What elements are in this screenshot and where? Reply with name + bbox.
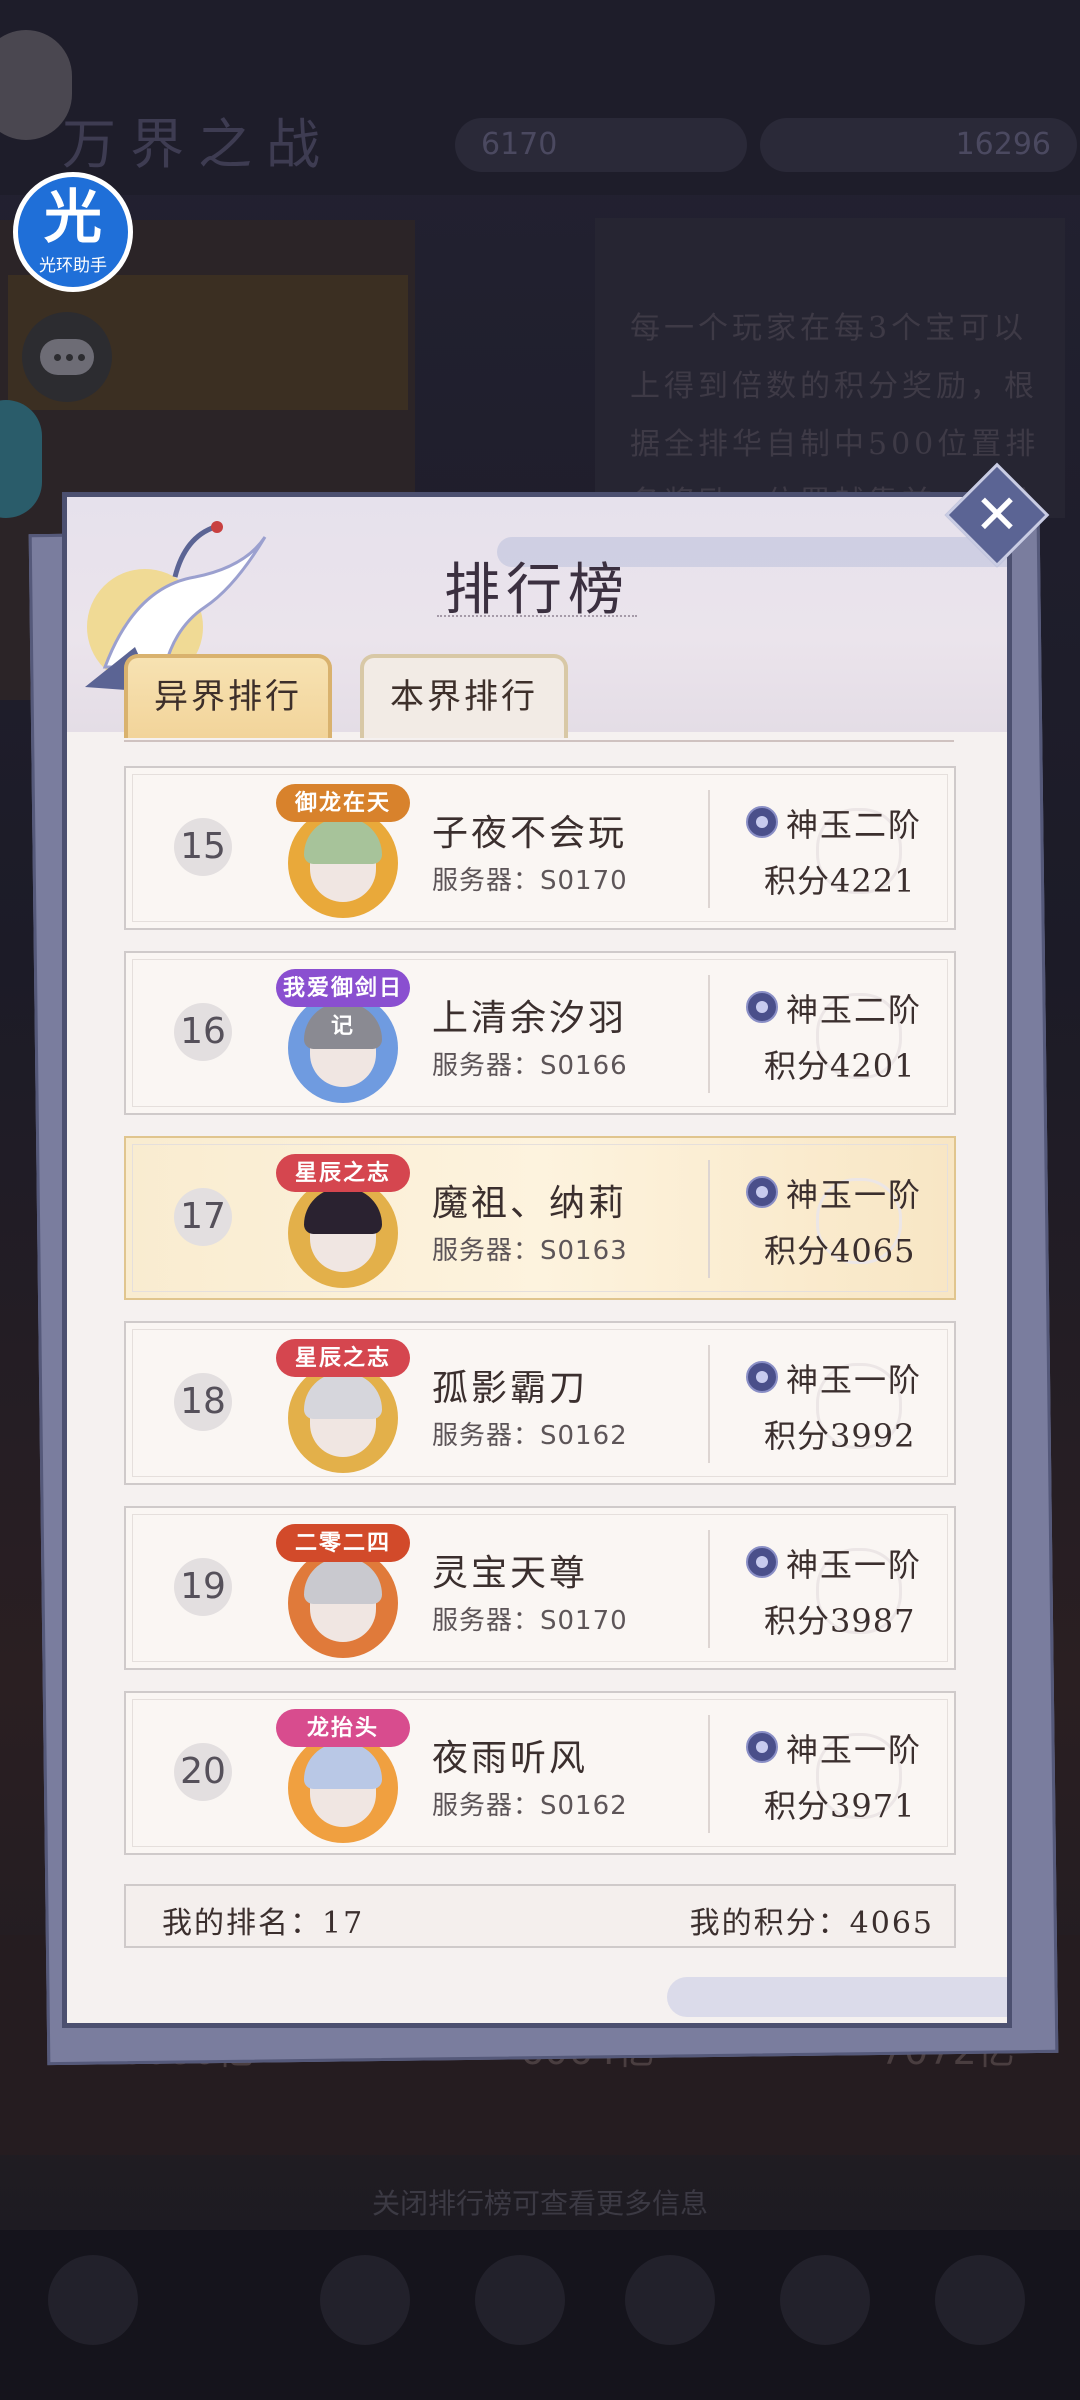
title-badge: 星辰之志 <box>276 1339 410 1377</box>
assistant-logo-icon: 光 <box>43 183 102 251</box>
player-name: 灵宝天尊 <box>432 1553 589 1594</box>
leaderboard-row[interactable]: 17 星辰之志 魔祖、纳莉服务器：S0163 神玉一阶积分4065 <box>124 1136 956 1300</box>
assistant-label: 光环助手 <box>39 256 107 276</box>
row-divider <box>708 1160 710 1278</box>
title-ornament <box>437 615 637 625</box>
jade-tier-icon <box>746 1361 778 1393</box>
row-divider <box>708 1715 710 1833</box>
player-avatar[interactable]: 龙抬头 <box>274 1703 412 1843</box>
nav-icon-4[interactable] <box>780 2255 870 2345</box>
leaderboard-row[interactable]: 16 我爱御剑日记 上清余汐羽服务器：S0166 神玉二阶积分4201 <box>124 951 956 1115</box>
tab-this-realm[interactable]: 本界排行 <box>360 654 568 738</box>
resource-counter-2: 16296 <box>760 118 1077 172</box>
rank-number: 20 <box>174 1743 232 1801</box>
player-avatar[interactable]: 星辰之志 <box>274 1333 412 1473</box>
row-divider <box>708 790 710 908</box>
row-divider <box>708 1530 710 1648</box>
background-hint: 关闭排行榜可查看更多信息 <box>371 2187 708 2220</box>
jade-tier-icon <box>746 1731 778 1763</box>
row-divider <box>708 1345 710 1463</box>
modal-title: 排行榜 <box>444 558 630 623</box>
player-name: 孤影霸刀 <box>432 1368 589 1409</box>
player-name: 子夜不会玩 <box>432 813 628 854</box>
jade-tier-icon <box>746 1176 778 1208</box>
close-icon: ✕ <box>974 483 1020 546</box>
tab-other-realm[interactable]: 异界排行 <box>124 654 332 738</box>
title-badge: 我爱御剑日记 <box>276 969 410 1039</box>
resource-counter-1: 6170 <box>455 118 747 172</box>
player-server: 服务器：S0170 <box>432 866 628 896</box>
leaderboard-modal: 排行榜 异界排行 本界排行 15 御龙在天 子夜不会玩 服务器：S0170 神玉二阶 积分… <box>62 492 1012 2028</box>
title-badge: 御龙在天 <box>276 784 410 822</box>
player-name: 夜雨听风 <box>432 1738 589 1779</box>
jade-tier-icon <box>746 1546 778 1578</box>
tab-divider <box>124 740 954 742</box>
player-server: 服务器：S0170 <box>432 1606 628 1636</box>
player-avatar[interactable]: 御龙在天 <box>274 778 412 918</box>
player-server: 服务器：S0166 <box>432 1051 628 1081</box>
chat-button[interactable] <box>22 312 112 402</box>
player-server: 服务器：S0163 <box>432 1236 628 1266</box>
title-badge: 二零二四 <box>276 1524 410 1562</box>
player-avatar[interactable]: 二零二四 <box>274 1518 412 1658</box>
rank-number: 16 <box>174 1003 232 1061</box>
event-title: 万界之战 <box>62 113 334 176</box>
leaderboard-row[interactable]: 18 星辰之志 孤影霸刀服务器：S0162 神玉一阶积分3992 <box>124 1321 956 1485</box>
my-ranking-bar: 我的排名：17 我的积分：4065 <box>124 1884 956 1948</box>
player-server: 服务器：S0162 <box>432 1791 628 1821</box>
rank-number: 17 <box>174 1188 232 1246</box>
nav-icon-5[interactable] <box>935 2255 1025 2345</box>
my-rank: 我的排名：17 <box>162 1906 365 1941</box>
assistant-button[interactable]: 光 光环助手 <box>13 172 133 292</box>
player-server: 服务器：S0162 <box>432 1421 628 1451</box>
side-mascot-icon[interactable] <box>0 400 42 518</box>
title-badge: 龙抬头 <box>276 1709 410 1747</box>
nav-icon-1[interactable] <box>320 2255 410 2345</box>
player-name: 魔祖、纳莉 <box>432 1183 628 1224</box>
tier-label: 神玉一阶 <box>786 1176 923 1214</box>
footer-swirl-decoration <box>667 1977 1007 2017</box>
tier-label: 神玉二阶 <box>786 991 923 1029</box>
player-name: 上清余汐羽 <box>432 998 628 1039</box>
title-badge: 星辰之志 <box>276 1154 410 1192</box>
score-label: 积分3987 <box>764 1602 916 1640</box>
player-avatar[interactable]: 我爱御剑日记 <box>274 963 412 1103</box>
rank-number: 18 <box>174 1373 232 1431</box>
leaderboard-row[interactable]: 15 御龙在天 子夜不会玩服务器：S0170 神玉二阶积分4221 <box>124 766 956 930</box>
back-icon[interactable] <box>48 2255 138 2345</box>
tier-label: 神玉二阶 <box>786 806 923 844</box>
my-score: 我的积分：4065 <box>689 1906 934 1941</box>
tier-label: 神玉一阶 <box>786 1361 923 1399</box>
nav-icon-2[interactable] <box>475 2255 565 2345</box>
score-label: 积分4201 <box>764 1047 916 1085</box>
score-label: 积分3971 <box>764 1787 916 1825</box>
row-divider <box>708 975 710 1093</box>
tier-label: 神玉一阶 <box>786 1731 923 1769</box>
nav-icon-3[interactable] <box>625 2255 715 2345</box>
jade-tier-icon <box>746 806 778 838</box>
rank-number: 15 <box>174 818 232 876</box>
tier-label: 神玉一阶 <box>786 1546 923 1584</box>
rank-number: 19 <box>174 1558 232 1616</box>
jade-tier-icon <box>746 991 778 1023</box>
score-label: 积分4221 <box>764 862 916 900</box>
player-avatar[interactable]: 星辰之志 <box>274 1148 412 1288</box>
score-label: 积分4065 <box>764 1232 916 1270</box>
leaderboard-row[interactable]: 19 二零二四 灵宝天尊服务器：S0170 神玉一阶积分3987 <box>124 1506 956 1670</box>
score-label: 积分3992 <box>764 1417 916 1455</box>
leaderboard-row[interactable]: 20 龙抬头 夜雨听风服务器：S0162 神玉一阶积分3971 <box>124 1691 956 1855</box>
